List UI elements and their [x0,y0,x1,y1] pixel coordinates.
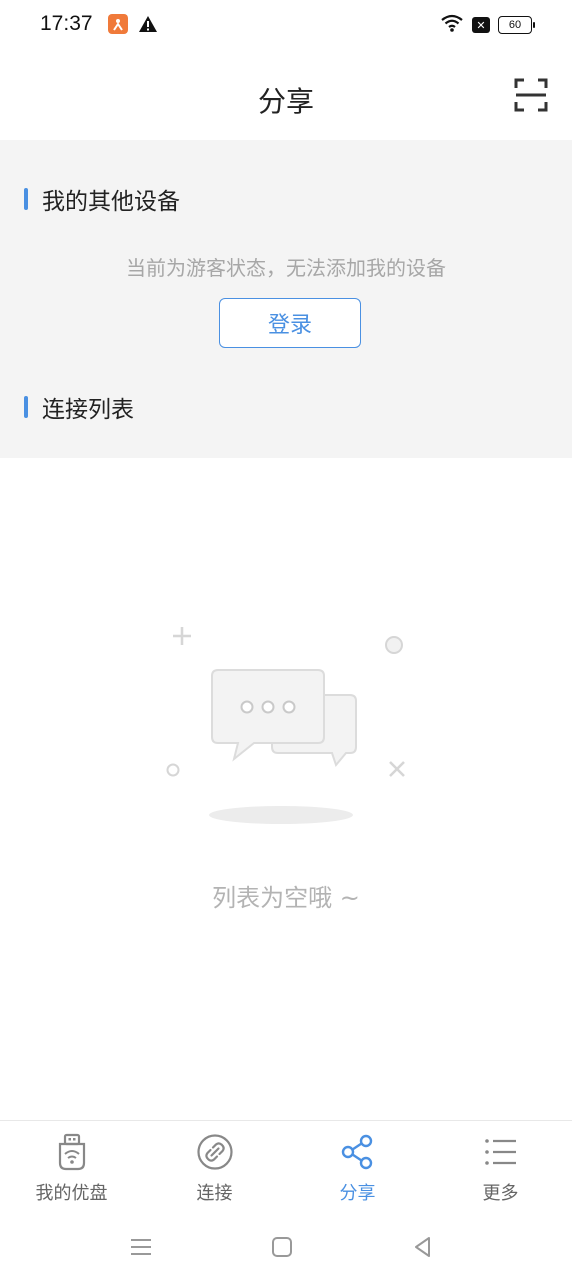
empty-list-text: 列表为空哦 ~ [212,884,360,912]
battery-icon: 60 [498,16,535,34]
wifi-icon [440,13,464,37]
devices-section-title: 我的其他设备 [42,189,180,215]
empty-list-illustration [160,615,420,830]
nav-label: 我的优盘 [35,1183,108,1204]
list-icon [484,1139,516,1165]
guest-hint: 当前为游客状态，无法添加我的设备 [126,256,446,280]
share-icon [341,1134,372,1170]
nav-label: 连接 [196,1183,233,1204]
section-accent-bar [24,396,28,418]
menu-icon[interactable] [128,1234,154,1260]
login-button[interactable]: 登录 [219,298,361,348]
link-icon [196,1134,233,1170]
nav-item-my-drive[interactable]: 我的优盘 [0,1121,143,1216]
warning-icon [138,14,158,34]
sim-disabled-icon: ✕ [472,17,490,33]
section-accent-bar [24,188,28,210]
nav-label: 更多 [482,1183,519,1204]
nav-item-connect[interactable]: 连接 [143,1121,286,1216]
nav-label: 分享 [339,1183,376,1204]
nav-item-more[interactable]: 更多 [429,1121,572,1216]
connections-section-title: 连接列表 [42,397,134,423]
nav-item-share[interactable]: 分享 [286,1121,429,1216]
app-header: 分享 [0,52,572,140]
devices-section: 我的其他设备 当前为游客状态，无法添加我的设备 登录 连接列表 [0,140,572,458]
status-icons: ✕ 60 [440,13,535,37]
app-notification-icon [108,14,128,34]
status-bar: 17:37 ✕ 60 [0,0,572,52]
back-icon[interactable] [410,1234,436,1260]
scan-button[interactable] [514,78,548,112]
system-nav-bar [0,1216,572,1280]
page-title: 分享 [257,85,314,118]
scan-icon [514,78,548,112]
bottom-nav: 我的优盘 连接 分享 更多 [0,1120,572,1216]
status-time: 17:37 [40,12,93,35]
home-icon[interactable] [269,1234,295,1260]
connections-section-header: 连接列表 [24,390,134,424]
usb-drive-icon [58,1133,85,1171]
devices-section-header: 我的其他设备 [24,182,180,216]
